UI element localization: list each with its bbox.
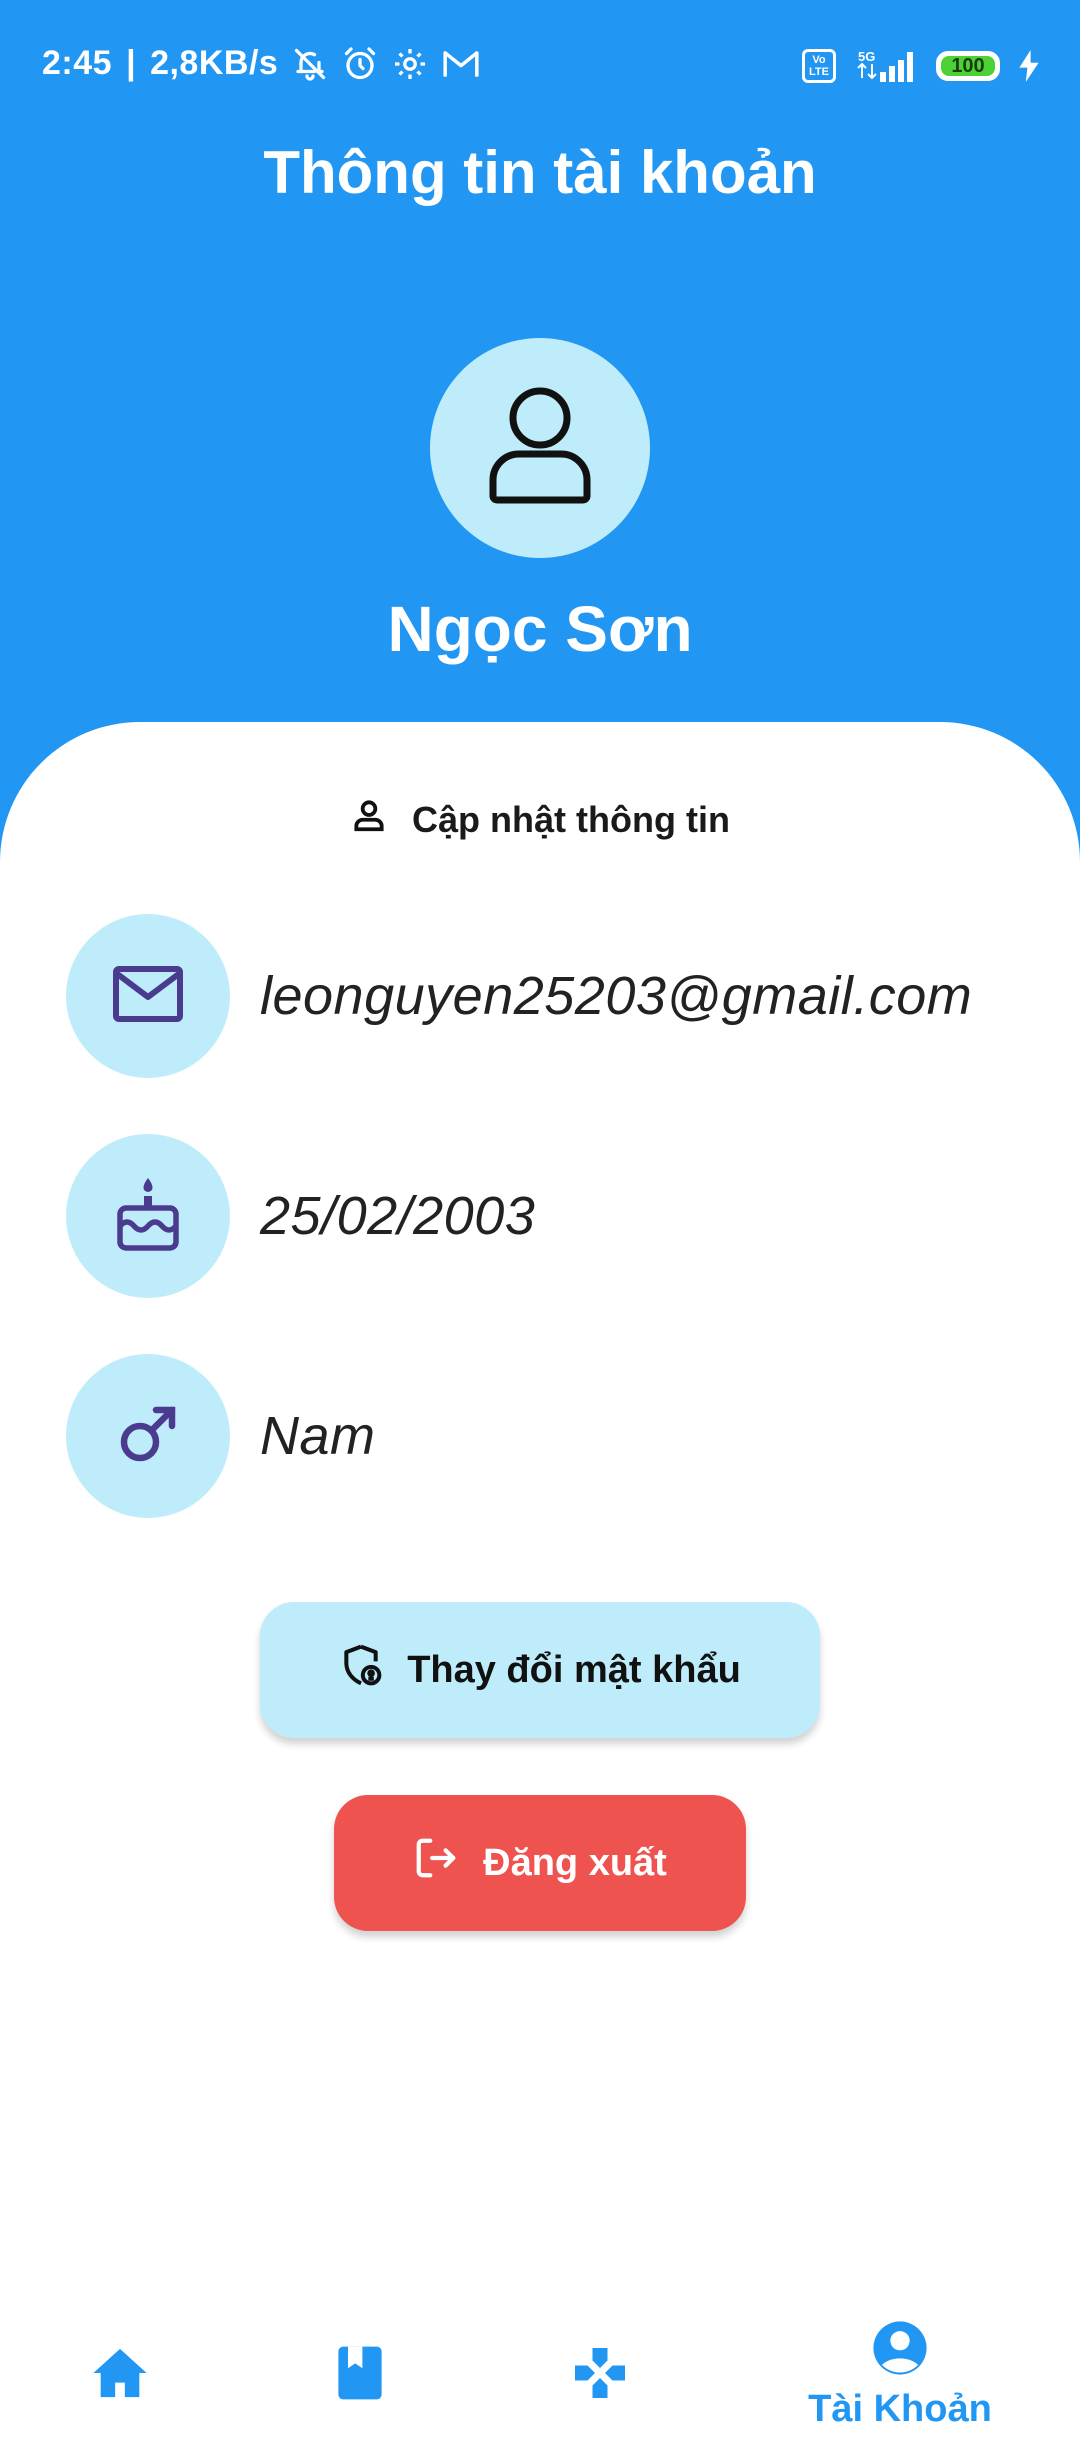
home-icon <box>91 2346 149 2405</box>
logout-label: Đăng xuất <box>483 1841 667 1884</box>
status-left: 2:45 | 2,8KB/s <box>42 44 480 83</box>
status-network-speed: 2,8KB/s <box>150 44 279 82</box>
user-name: Ngọc Sơn <box>387 593 693 665</box>
info-row-birthday: 25/02/2003 <box>66 1134 535 1298</box>
signal-5g-icon: 5G <box>854 48 918 84</box>
status-right: Vo LTE 5G 100 <box>802 48 1040 84</box>
birthday-value: 25/02/2003 <box>260 1186 536 1246</box>
logout-icon <box>413 1835 459 1891</box>
bottom-nav: Tài Khoản <box>0 2290 1080 2460</box>
change-password-label: Thay đổi mật khẩu <box>407 1648 741 1691</box>
person-outline-icon <box>350 796 388 843</box>
alarm-icon <box>342 46 378 82</box>
logout-button[interactable]: Đăng xuất <box>334 1795 746 1931</box>
bell-off-icon <box>292 46 328 82</box>
account-screen: 2:45 | 2,8KB/s Vo LTE 5G 100 Thông tin t… <box>0 0 1080 2460</box>
bookmark-book-icon <box>336 2343 384 2408</box>
page-title: Thông tin tài khoản <box>263 139 817 206</box>
battery-icon: 100 <box>936 51 1000 81</box>
gmail-icon <box>442 46 480 82</box>
settings-gear-icon <box>392 46 428 82</box>
volte-icon: Vo LTE <box>802 49 836 83</box>
shield-lock-icon <box>339 1643 383 1697</box>
info-row-email: leonguyen25203@gmail.com <box>66 914 972 1078</box>
info-icon-circle <box>66 1134 230 1298</box>
info-row-gender: Nam <box>66 1354 376 1518</box>
charging-bolt-icon <box>1018 50 1040 82</box>
battery-level: 100 <box>951 55 985 77</box>
gender-value: Nam <box>260 1406 376 1466</box>
nav-item-books[interactable] <box>310 2290 410 2460</box>
nav-item-games[interactable] <box>550 2290 650 2460</box>
user-outline-icon <box>485 384 595 513</box>
update-info-button[interactable]: Cập nhật thông tin <box>0 796 1080 843</box>
account-circle-icon <box>871 2319 929 2382</box>
info-icon-circle <box>66 1354 230 1518</box>
gamepad-icon <box>570 2343 630 2408</box>
cake-icon <box>115 1176 181 1257</box>
update-info-label: Cập nhật thông tin <box>412 798 730 840</box>
change-password-button[interactable]: Thay đổi mật khẩu <box>260 1602 820 1738</box>
email-value: leonguyen25203@gmail.com <box>260 966 973 1026</box>
nav-item-account[interactable]: Tài Khoản <box>790 2290 1010 2460</box>
info-icon-circle <box>66 914 230 1078</box>
status-bar: 2:45 | 2,8KB/s Vo LTE 5G 100 <box>0 0 1080 135</box>
status-time: 2:45 <box>42 44 113 82</box>
nav-label-account: Tài Khoản <box>808 2388 992 2430</box>
male-gender-icon <box>118 1404 178 1469</box>
mail-icon <box>112 965 184 1028</box>
avatar[interactable] <box>430 338 650 558</box>
nav-item-home[interactable] <box>70 2290 170 2460</box>
status-divider: | <box>126 44 137 82</box>
svg-text:5G: 5G <box>858 49 875 64</box>
